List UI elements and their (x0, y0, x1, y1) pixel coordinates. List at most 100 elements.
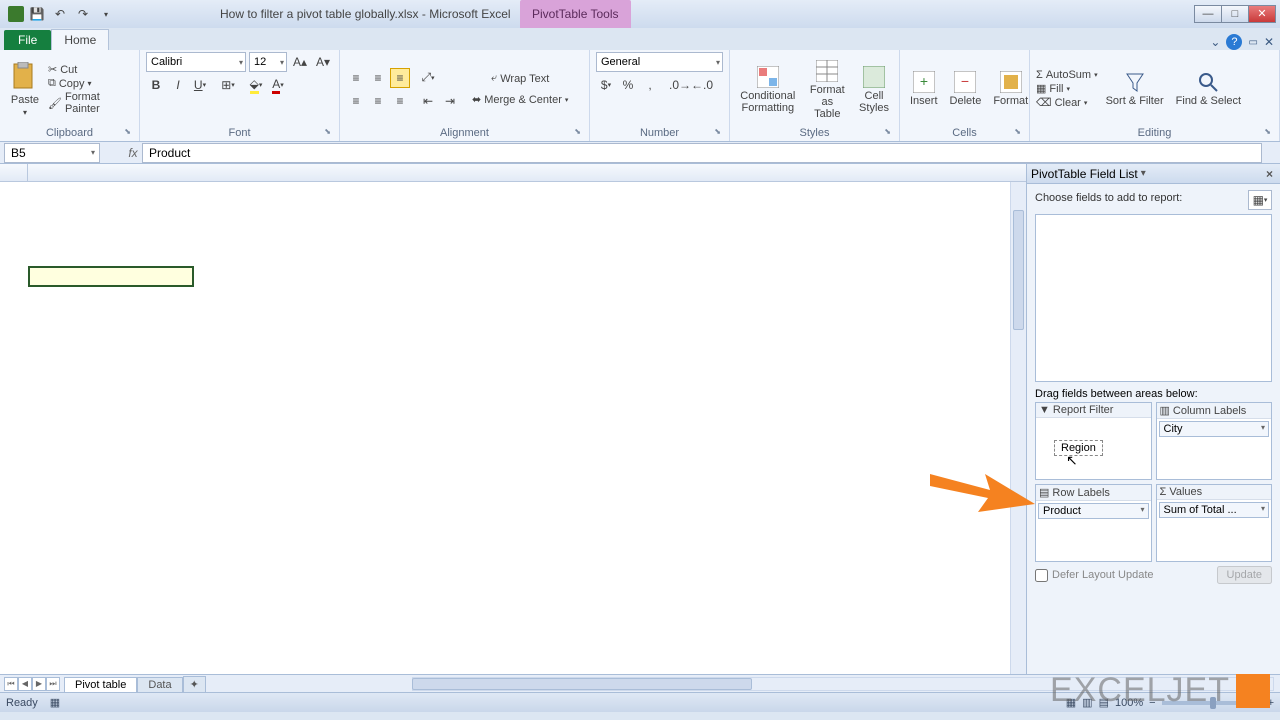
defer-layout-checkbox[interactable] (1035, 569, 1048, 582)
eraser-icon: ⌫ (1036, 96, 1052, 109)
ribbon: Paste▾ ✂Cut ⧉Copy▾ 🖌Format Painter Clipb… (0, 50, 1280, 142)
align-bottom-icon[interactable]: ≡ (390, 68, 410, 88)
report-filter-area[interactable]: ▼Report Filter Region ↖ (1035, 402, 1152, 480)
cell-styles-button[interactable]: Cell Styles (855, 64, 893, 116)
close-button[interactable]: ✕ (1248, 5, 1276, 23)
svg-text:−: − (961, 73, 969, 89)
formula-bar: B5 fx Product (0, 142, 1280, 164)
increase-indent-icon[interactable]: ⇥ (440, 91, 460, 111)
align-middle-icon[interactable]: ≡ (368, 68, 388, 88)
paste-button[interactable]: Paste▾ (6, 60, 44, 119)
cut-button[interactable]: ✂Cut (48, 63, 133, 76)
autosum-button[interactable]: ΣAutoSum▾ (1036, 69, 1098, 81)
decrease-decimal-button[interactable]: ←.0 (692, 75, 712, 95)
minimize-ribbon-icon[interactable]: ⌄ (1210, 35, 1220, 49)
decrease-indent-icon[interactable]: ⇤ (418, 91, 438, 111)
sheet-tab-data[interactable]: Data (137, 677, 182, 692)
sheet-nav-buttons[interactable]: ⏮◀▶⏭ (0, 677, 64, 691)
align-right-icon[interactable]: ≡ (390, 91, 410, 111)
field-list-layout-button[interactable]: ▦▾ (1248, 190, 1272, 210)
formula-input[interactable]: Product (142, 143, 1262, 163)
font-color-button[interactable]: A▾ (268, 75, 288, 95)
file-tab[interactable]: File (4, 30, 51, 50)
group-number: General $▾ % , .0→ ←.0 Number (590, 50, 730, 141)
group-editing: ΣAutoSum▾ ▦Fill▾ ⌫Clear▾ Sort & Filter F… (1030, 50, 1280, 141)
values-area[interactable]: ΣValues Sum of Total ... (1156, 484, 1273, 562)
percent-format-button[interactable]: % (618, 75, 638, 95)
font-size-combo[interactable]: 12 (249, 52, 287, 72)
pane-layout-dropdown-icon[interactable]: ▾ (1138, 168, 1149, 179)
sigma-icon: Σ (1160, 486, 1167, 498)
cursor-icon: ↖ (1066, 452, 1078, 469)
align-left-icon[interactable]: ≡ (346, 91, 366, 111)
redo-icon[interactable]: ↷ (73, 4, 93, 24)
shrink-font-icon[interactable]: A▾ (313, 52, 333, 72)
comma-format-button[interactable]: , (640, 75, 660, 95)
name-box[interactable]: B5 (4, 143, 100, 163)
clear-button[interactable]: ⌫Clear▾ (1036, 96, 1098, 109)
close-workbook-icon[interactable]: ✕ (1264, 35, 1274, 49)
area-item-city[interactable]: City (1159, 421, 1270, 437)
merge-icon: ⬌ (472, 93, 481, 106)
fill-color-button[interactable]: ⬙▾ (246, 75, 266, 95)
vertical-scrollbar[interactable] (1010, 182, 1026, 674)
fill-button[interactable]: ▦Fill▾ (1036, 82, 1098, 95)
merge-center-button[interactable]: ⬌Merge & Center▾ (468, 90, 575, 110)
copy-button[interactable]: ⧉Copy▾ (48, 77, 133, 90)
new-sheet-icon[interactable]: ✦ (183, 676, 206, 692)
minimize-button[interactable]: — (1194, 5, 1222, 23)
group-label: Cells (906, 126, 1023, 141)
macro-record-icon[interactable]: ▦ (50, 696, 60, 709)
window-restore-icon[interactable]: ▭ (1248, 37, 1257, 48)
sheet-tab-active[interactable]: Pivot table (64, 677, 137, 692)
delete-cells-button[interactable]: −Delete (946, 69, 986, 109)
exceljet-logo-icon (1236, 674, 1270, 708)
format-cells-button[interactable]: Format (989, 69, 1032, 109)
undo-icon[interactable]: ↶ (50, 4, 70, 24)
format-painter-button[interactable]: 🖌Format Painter (48, 91, 133, 115)
fill-icon: ▦ (1036, 82, 1046, 95)
row-labels-area[interactable]: ▤Row Labels Product (1035, 484, 1152, 562)
accounting-format-button[interactable]: $▾ (596, 75, 616, 95)
area-item-product[interactable]: Product (1038, 503, 1149, 519)
worksheet-grid[interactable] (0, 164, 1026, 674)
wrap-text-button[interactable]: ⤶Wrap Text (468, 69, 575, 89)
area-item-sumtotal[interactable]: Sum of Total ... (1159, 502, 1270, 518)
grow-font-icon[interactable]: A▴ (290, 52, 310, 72)
align-center-icon[interactable]: ≡ (368, 91, 388, 111)
sort-filter-button[interactable]: Sort & Filter (1102, 69, 1168, 109)
pane-close-icon[interactable]: × (1263, 167, 1276, 181)
insert-cells-button[interactable]: +Insert (906, 69, 942, 109)
align-top-icon[interactable]: ≡ (346, 68, 366, 88)
format-as-table-button[interactable]: Format as Table (804, 58, 851, 122)
font-name-combo[interactable]: Calibri (146, 52, 246, 72)
paste-icon (10, 62, 40, 92)
orientation-icon[interactable]: ⤢▾ (418, 68, 438, 88)
underline-button[interactable]: U▾ (190, 75, 210, 95)
areas-prompt: Drag fields between areas below: (1035, 388, 1272, 400)
field-list[interactable] (1035, 214, 1272, 382)
select-all-corner[interactable] (0, 164, 28, 181)
border-button[interactable]: ⊞▾ (218, 75, 238, 95)
brush-icon: 🖌 (48, 97, 62, 110)
group-alignment: ≡ ≡ ≡ ⤢▾ ≡ ≡ ≡ ⇤ ⇥ ⤶Wrap Text ⬌Merge & C… (340, 50, 590, 141)
quick-access[interactable]: 💾 ↶ ↷ ▾ (4, 4, 120, 24)
italic-button[interactable]: I (168, 75, 188, 95)
conditional-formatting-button[interactable]: Conditional Formatting (736, 64, 800, 116)
help-icon[interactable]: ? (1226, 34, 1242, 50)
number-format-combo[interactable]: General (596, 52, 723, 72)
maximize-button[interactable]: □ (1221, 5, 1249, 23)
svg-text:+: + (920, 73, 928, 89)
increase-decimal-button[interactable]: .0→ (670, 75, 690, 95)
find-select-button[interactable]: Find & Select (1172, 69, 1245, 109)
fx-icon[interactable]: fx (124, 146, 142, 160)
sigma-icon: Σ (1036, 69, 1043, 81)
qat-customize-icon[interactable]: ▾ (96, 4, 116, 24)
bold-button[interactable]: B (146, 75, 166, 95)
save-icon[interactable]: 💾 (27, 4, 47, 24)
window-title: How to filter a pivot table globally.xls… (220, 7, 1195, 21)
tab-home[interactable]: Home (51, 29, 109, 50)
column-labels-area[interactable]: ▥Column Labels City (1156, 402, 1273, 480)
update-button[interactable]: Update (1217, 566, 1272, 584)
column-headers[interactable] (0, 164, 1026, 182)
